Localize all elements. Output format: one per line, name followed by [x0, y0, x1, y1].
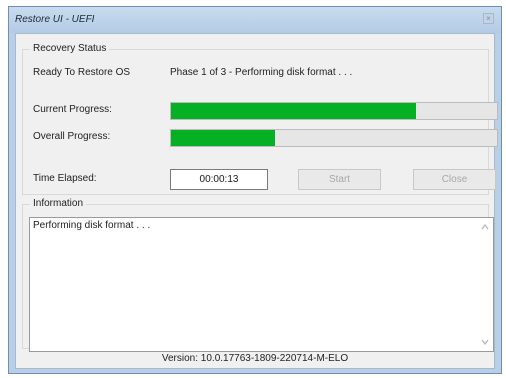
time-elapsed-label: Time Elapsed:	[33, 173, 97, 184]
current-progress-bar	[170, 102, 498, 120]
information-text: Performing disk format . . .	[33, 220, 151, 231]
recovery-status-group: Recovery Status Ready To Restore OS Phas…	[22, 43, 498, 195]
overall-progress-bar	[170, 129, 498, 147]
window-close-button[interactable]: ×	[483, 13, 494, 24]
chevron-down-icon[interactable]	[481, 338, 489, 346]
restore-window: Restore UI - UEFI × Recovery Status Read…	[8, 6, 502, 374]
overall-progress-fill	[171, 130, 276, 146]
version-text: Version: 10.0.17763-1809-220714-M-ELO	[161, 353, 349, 364]
window-title: Restore UI - UEFI	[15, 14, 95, 25]
information-scrollbar[interactable]	[477, 218, 493, 351]
close-button[interactable]: Close	[413, 169, 496, 190]
chevron-up-icon[interactable]	[481, 223, 489, 231]
current-progress-label: Current Progress:	[33, 104, 112, 115]
ready-status-text: Ready To Restore OS	[33, 67, 131, 78]
recovery-status-label: Recovery Status	[30, 43, 110, 54]
current-progress-fill	[171, 103, 416, 119]
information-textbox[interactable]: Performing disk format . . .	[29, 217, 494, 352]
start-button[interactable]: Start	[298, 169, 381, 190]
information-group: Information Performing disk format . . .	[22, 198, 494, 352]
title-bar[interactable]: Restore UI - UEFI ×	[9, 7, 501, 33]
phase-status-text: Phase 1 of 3 - Performing disk format . …	[170, 67, 353, 78]
information-label: Information	[30, 198, 87, 209]
time-elapsed-field: 00:00:13	[170, 169, 268, 190]
window-client-area: Recovery Status Ready To Restore OS Phas…	[15, 33, 498, 369]
overall-progress-label: Overall Progress:	[33, 131, 111, 142]
